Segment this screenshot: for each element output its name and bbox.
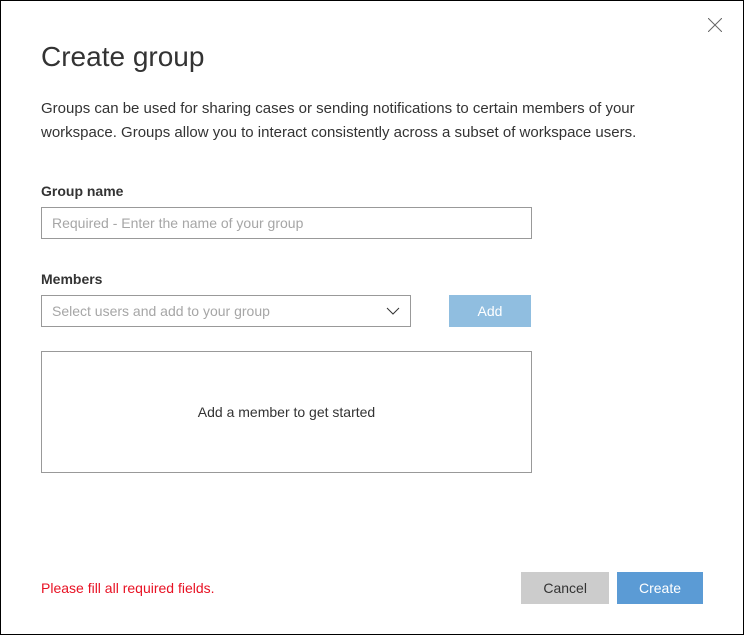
- create-button[interactable]: Create: [617, 572, 703, 604]
- members-empty-message: Add a member to get started: [198, 404, 375, 420]
- footer-buttons: Cancel Create: [521, 572, 703, 604]
- error-message: Please fill all required fields.: [41, 580, 215, 596]
- dialog-title: Create group: [41, 41, 703, 73]
- members-select-wrap: Select users and add to your group: [41, 295, 411, 327]
- add-member-button[interactable]: Add: [449, 295, 531, 327]
- dialog-footer: Please fill all required fields. Cancel …: [41, 572, 703, 604]
- close-button[interactable]: [703, 13, 727, 37]
- group-name-label: Group name: [41, 183, 703, 199]
- members-list: Add a member to get started: [41, 351, 532, 473]
- close-icon: [708, 18, 722, 32]
- members-select[interactable]: Select users and add to your group: [41, 295, 411, 327]
- members-row: Select users and add to your group Add: [41, 295, 703, 327]
- dialog-description: Groups can be used for sharing cases or …: [41, 97, 703, 145]
- create-group-dialog: Create group Groups can be used for shar…: [1, 1, 743, 634]
- members-label: Members: [41, 271, 703, 287]
- cancel-button[interactable]: Cancel: [521, 572, 609, 604]
- group-name-input[interactable]: [41, 207, 532, 239]
- group-name-field: Group name: [41, 183, 703, 239]
- members-section: Members Select users and add to your gro…: [41, 271, 703, 473]
